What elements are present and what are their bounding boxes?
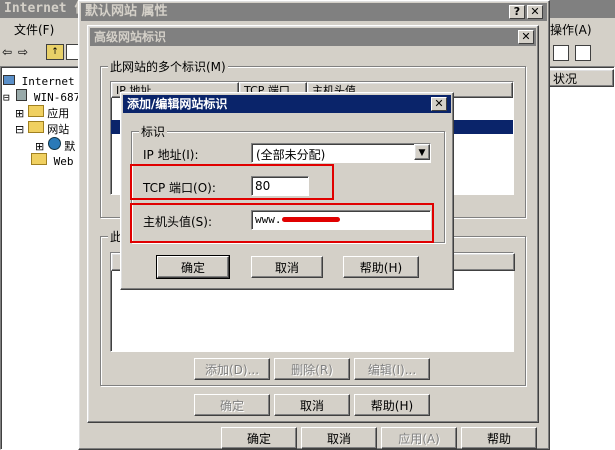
tree-websites[interactable]: ⊟ 网站	[15, 121, 69, 137]
edit-ok-button[interactable]: 确定	[156, 255, 230, 279]
chevron-down-icon[interactable]: ▼	[414, 144, 430, 160]
server-icon	[16, 89, 28, 101]
add-button[interactable]: 添加(D)...	[194, 358, 270, 380]
computer-icon	[3, 75, 15, 85]
edit-titlebar: 添加/编辑网站标识 ✕	[123, 95, 451, 113]
back-icon[interactable]: ⇦	[2, 45, 12, 59]
iis-menubar: 文件(F)	[0, 20, 90, 40]
globe-icon	[47, 137, 61, 150]
host-highlight-box	[130, 203, 434, 243]
edit-close-button[interactable]: ✕	[431, 97, 447, 111]
tree-web-ext[interactable]: Web	[31, 153, 74, 168]
status-column-header[interactable]: 状况	[546, 69, 614, 87]
ip-label: IP 地址(I):	[143, 148, 199, 162]
iis-title: Internet 信	[4, 1, 88, 16]
iis-menubar-right: 操作(A)	[550, 20, 615, 40]
iis-toolbar-right	[545, 42, 615, 64]
properties-help-button[interactable]: 帮助	[461, 427, 537, 449]
advanced-help-button[interactable]: 帮助(H)	[354, 394, 430, 416]
properties-title: 默认网站 属性	[85, 4, 168, 19]
advanced-titlebar: 高级网站标识 ✕	[90, 28, 536, 46]
tree-default-site[interactable]: ⊞ 默	[35, 137, 75, 154]
properties-close-button[interactable]: ✕	[527, 5, 543, 19]
iis-toolbar: ⇦ ⇨ ↑	[0, 42, 90, 64]
properties-apply-button[interactable]: 应用(A)	[381, 427, 457, 449]
identities-group-label: 此网站的多个标识(M)	[108, 58, 228, 75]
properties-cancel-button[interactable]: 取消	[301, 427, 377, 449]
folder-open-icon	[27, 121, 44, 133]
toolbar-icon-b[interactable]	[575, 45, 591, 61]
iis-detail-pane: 状况	[545, 66, 615, 450]
advanced-ok-button[interactable]: 确定	[194, 394, 270, 416]
folder-up-icon[interactable]: ↑	[46, 44, 64, 60]
edit-title: 添加/编辑网站标识	[127, 97, 228, 111]
properties-ok-button[interactable]: 确定	[221, 427, 297, 449]
advanced-title: 高级网站标识	[94, 30, 167, 44]
menu-file[interactable]: 文件(F)	[14, 23, 54, 37]
ip-select[interactable]: (全部未分配) ▼	[251, 143, 431, 163]
menu-action[interactable]: 操作(A)	[550, 23, 592, 37]
remove-button[interactable]: 删除(R)	[274, 358, 350, 380]
identity-group-label: 标识	[139, 123, 168, 140]
edit-button[interactable]: 编辑(I)...	[354, 358, 430, 380]
help-title-button[interactable]: ?	[509, 5, 525, 19]
advanced-close-button[interactable]: ✕	[518, 30, 534, 44]
collapse-icon: ⊟	[3, 91, 10, 104]
folder-icon	[31, 153, 47, 165]
edit-help-button[interactable]: 帮助(H)	[343, 256, 419, 278]
advanced-cancel-button[interactable]: 取消	[274, 394, 350, 416]
forward-icon[interactable]: ⇨	[18, 45, 28, 59]
iis-tree-pane: Internet 信 ⊟ WIN-6872 ⊞ 应用 ⊟ 网站 ⊞ 默 Web	[0, 66, 92, 450]
collapse-icon: ⊟	[15, 123, 25, 136]
tree-app-pools[interactable]: ⊞ 应用	[15, 105, 69, 121]
port-highlight-box	[130, 164, 334, 200]
expand-icon: ⊞	[35, 140, 45, 153]
toolbar-icon-a[interactable]	[553, 45, 569, 61]
ip-select-value: (全部未分配)	[256, 148, 326, 162]
edit-cancel-button[interactable]: 取消	[251, 256, 323, 278]
expand-icon: ⊞	[15, 107, 25, 120]
folder-icon	[27, 105, 44, 117]
properties-titlebar: 默认网站 属性 ? ✕	[81, 3, 547, 21]
tree-server[interactable]: ⊟ WIN-6872	[3, 89, 87, 104]
